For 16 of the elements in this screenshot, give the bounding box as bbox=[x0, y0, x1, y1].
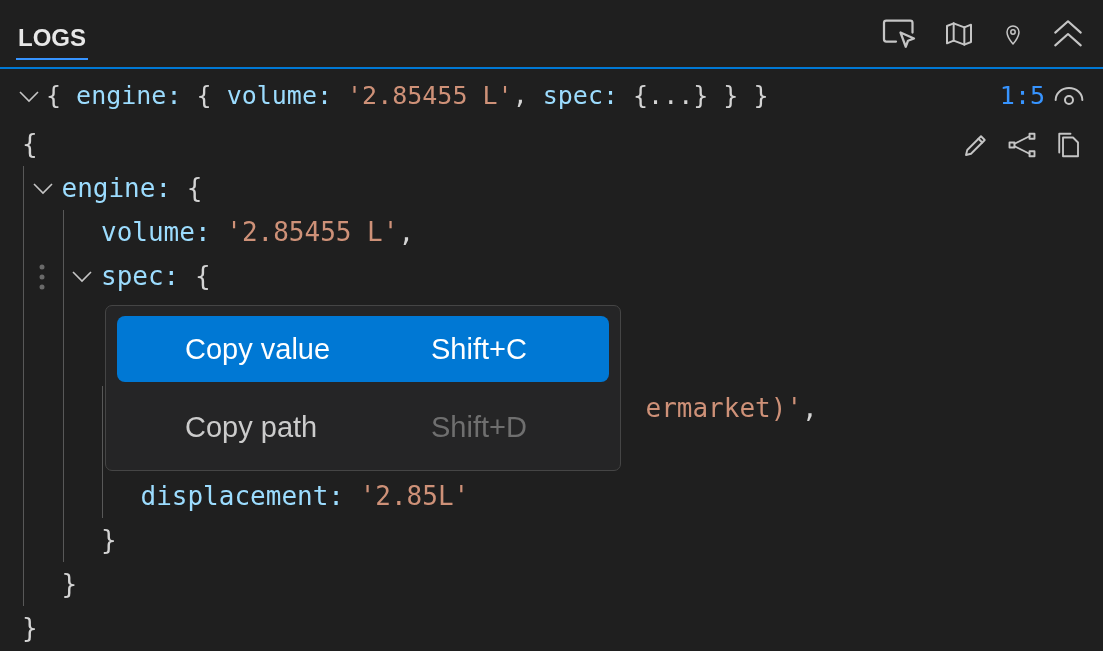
logs-tab[interactable]: LOGS bbox=[16, 15, 88, 60]
code-line: } bbox=[61, 569, 78, 599]
menu-item[interactable]: Copy path Shift+D bbox=[117, 394, 609, 460]
code-line: displacement: '2.85L' bbox=[140, 481, 470, 511]
menu-item[interactable]: Copy value Shift+C bbox=[117, 316, 609, 382]
code-line: } bbox=[101, 525, 117, 555]
code-line: spec: { bbox=[101, 261, 211, 291]
code-line: ermarket)', bbox=[645, 393, 818, 423]
drag-handle-icon[interactable] bbox=[39, 264, 45, 290]
position-link[interactable]: 1:5 bbox=[999, 81, 1045, 110]
code-line: { bbox=[22, 129, 38, 159]
share-icon[interactable] bbox=[1007, 130, 1037, 160]
summary-text: { engine: { volume: '2.85455 L', spec: {...} } } bbox=[46, 81, 769, 110]
code-line: engine: { bbox=[61, 173, 203, 203]
code-line: volume: '2.85455 L', bbox=[101, 217, 415, 247]
code-line: } bbox=[22, 613, 38, 643]
